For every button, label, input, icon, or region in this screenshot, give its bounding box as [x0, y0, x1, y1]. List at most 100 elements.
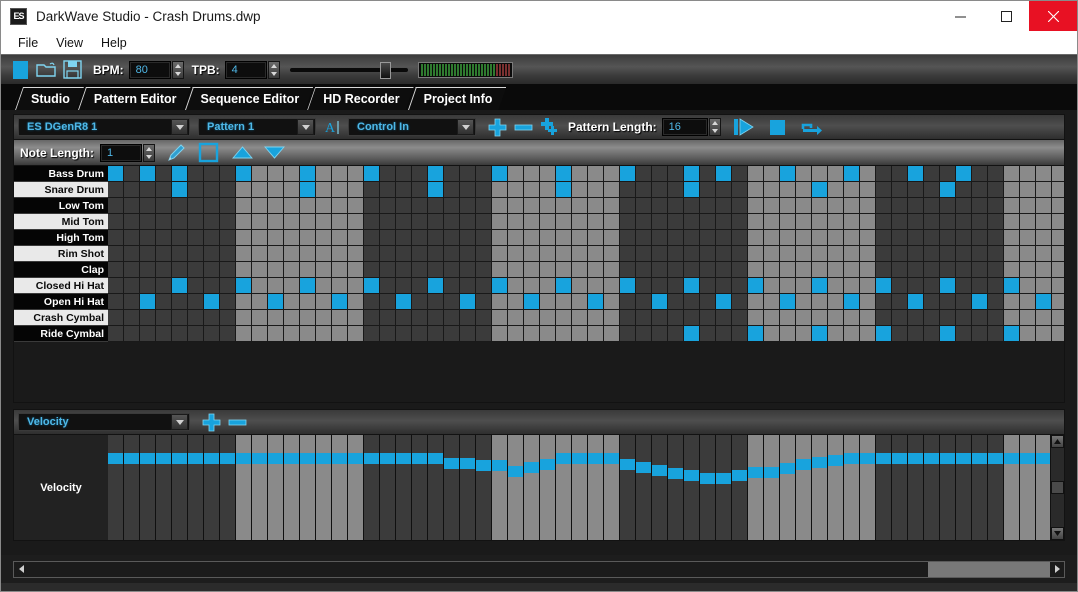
grid-cell[interactable] — [604, 182, 620, 198]
grid-cell[interactable] — [284, 278, 300, 294]
grid-cell[interactable] — [1036, 246, 1052, 262]
grid-cell[interactable] — [412, 310, 428, 326]
grid-cell[interactable] — [108, 310, 124, 326]
grid-cell[interactable] — [540, 230, 556, 246]
velocity-column[interactable] — [812, 435, 828, 540]
grid-cell[interactable] — [796, 326, 812, 342]
grid-cell[interactable] — [348, 262, 364, 278]
grid-cell[interactable] — [876, 326, 892, 342]
velocity-bar[interactable] — [332, 453, 347, 464]
velocity-bar[interactable] — [396, 453, 411, 464]
velocity-column[interactable] — [828, 435, 844, 540]
grid-cell[interactable] — [764, 246, 780, 262]
grid-cell[interactable] — [828, 246, 844, 262]
grid-cell[interactable] — [988, 198, 1004, 214]
velocity-bar[interactable] — [652, 464, 667, 476]
grid-cell[interactable] — [908, 166, 924, 182]
velocity-column[interactable] — [252, 435, 268, 540]
velocity-column[interactable] — [556, 435, 572, 540]
grid-cell[interactable] — [380, 326, 396, 342]
grid-cell[interactable] — [492, 246, 508, 262]
grid-cell[interactable] — [332, 230, 348, 246]
grid-cell[interactable] — [780, 326, 796, 342]
grid-cell[interactable] — [828, 214, 844, 230]
grid-cell[interactable] — [876, 166, 892, 182]
grid-cell[interactable] — [428, 310, 444, 326]
grid-cell[interactable] — [780, 182, 796, 198]
grid-cell[interactable] — [860, 166, 876, 182]
grid-cell[interactable] — [156, 182, 172, 198]
grid-cell[interactable] — [636, 262, 652, 278]
note-length-input[interactable]: 1 — [100, 143, 142, 162]
drum-row-clap[interactable] — [108, 262, 1064, 278]
grid-cell[interactable] — [716, 294, 732, 310]
grid-cell[interactable] — [780, 198, 796, 214]
velocity-bar[interactable] — [604, 453, 619, 464]
grid-cell[interactable] — [140, 262, 156, 278]
grid-cell[interactable] — [1020, 230, 1036, 246]
grid-cell[interactable] — [428, 166, 444, 182]
grid-cell[interactable] — [764, 214, 780, 230]
open-folder-icon[interactable] — [33, 58, 59, 82]
grid-cell[interactable] — [300, 166, 316, 182]
grid-cell[interactable] — [188, 278, 204, 294]
grid-cell[interactable] — [540, 246, 556, 262]
grid-cell[interactable] — [316, 214, 332, 230]
grid-cell[interactable] — [444, 230, 460, 246]
grid-cell[interactable] — [620, 230, 636, 246]
grid-cell[interactable] — [652, 214, 668, 230]
grid-cell[interactable] — [988, 294, 1004, 310]
grid-cell[interactable] — [284, 166, 300, 182]
velocity-column[interactable] — [172, 435, 188, 540]
grid-cell[interactable] — [220, 214, 236, 230]
grid-cell[interactable] — [636, 198, 652, 214]
grid-cell[interactable] — [684, 278, 700, 294]
grid-cell[interactable] — [588, 230, 604, 246]
grid-cell[interactable] — [220, 262, 236, 278]
grid-cell[interactable] — [236, 278, 252, 294]
grid-cell[interactable] — [828, 326, 844, 342]
grid-cell[interactable] — [348, 294, 364, 310]
velocity-bar[interactable] — [636, 462, 651, 474]
grid-cell[interactable] — [908, 230, 924, 246]
velocity-column[interactable] — [540, 435, 556, 540]
add-pattern-button[interactable] — [484, 116, 510, 138]
grid-cell[interactable] — [908, 214, 924, 230]
velocity-bar[interactable] — [1020, 453, 1035, 464]
velocity-column[interactable] — [108, 435, 124, 540]
grid-cell[interactable] — [732, 198, 748, 214]
grid-cell[interactable] — [108, 214, 124, 230]
velocity-bar[interactable] — [380, 453, 395, 464]
grid-cell[interactable] — [140, 278, 156, 294]
grid-cell[interactable] — [940, 310, 956, 326]
grid-cell[interactable] — [892, 294, 908, 310]
grid-cell[interactable] — [412, 214, 428, 230]
grid-cell[interactable] — [1052, 326, 1064, 342]
grid-cell[interactable] — [844, 326, 860, 342]
grid-cell[interactable] — [316, 326, 332, 342]
grid-cell[interactable] — [316, 310, 332, 326]
grid-cell[interactable] — [668, 294, 684, 310]
grid-cell[interactable] — [1052, 230, 1064, 246]
velocity-column[interactable] — [428, 435, 444, 540]
grid-cell[interactable] — [540, 326, 556, 342]
grid-cell[interactable] — [396, 262, 412, 278]
grid-cell[interactable] — [1036, 214, 1052, 230]
grid-cell[interactable] — [412, 166, 428, 182]
grid-cell[interactable] — [940, 230, 956, 246]
velocity-column[interactable] — [1036, 435, 1050, 540]
velocity-column[interactable] — [444, 435, 460, 540]
drum-row-bass-drum[interactable] — [108, 166, 1064, 182]
grid-cell[interactable] — [796, 278, 812, 294]
grid-cell[interactable] — [844, 278, 860, 294]
loop-button-icon[interactable] — [799, 115, 825, 139]
grid-cell[interactable] — [284, 182, 300, 198]
grid-cell[interactable] — [732, 294, 748, 310]
grid-cell[interactable] — [892, 278, 908, 294]
grid-cell[interactable] — [524, 326, 540, 342]
grid-cell[interactable] — [924, 310, 940, 326]
grid-cell[interactable] — [364, 214, 380, 230]
grid-cell[interactable] — [620, 278, 636, 294]
grid-cell[interactable] — [460, 294, 476, 310]
grid-cell[interactable] — [652, 198, 668, 214]
